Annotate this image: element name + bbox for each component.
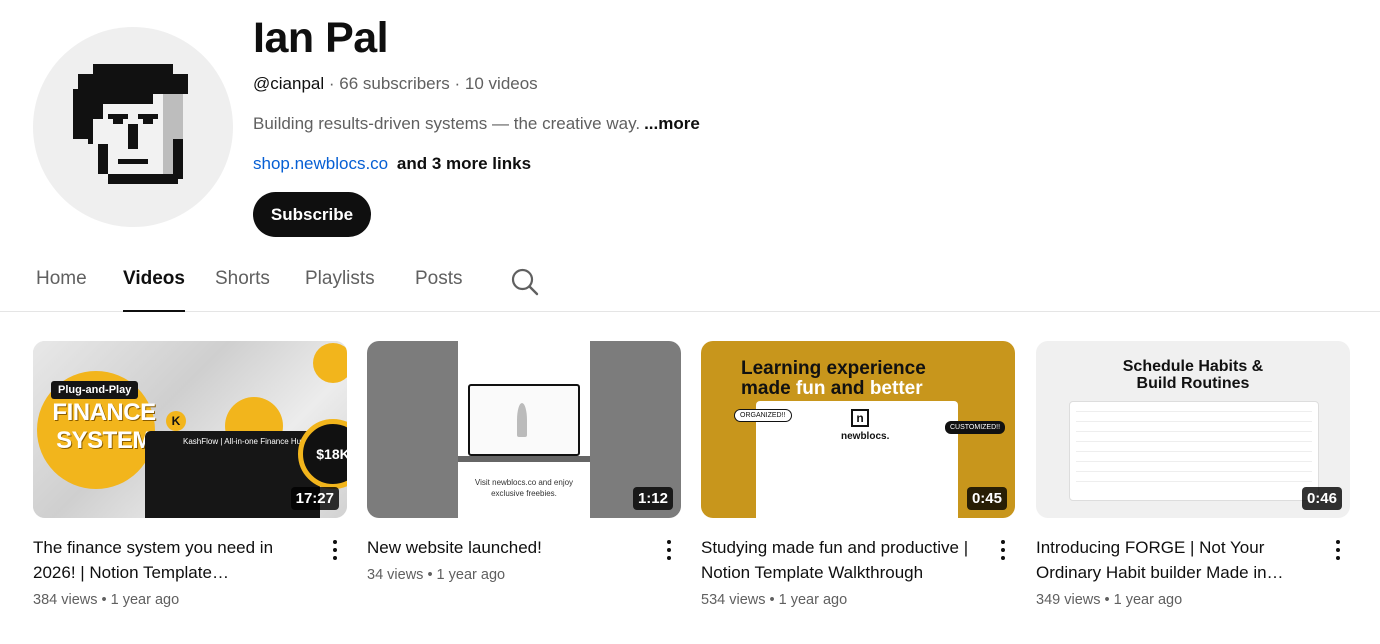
tab-home[interactable]: Home: [36, 268, 87, 312]
tab-shorts[interactable]: Shorts: [215, 268, 270, 312]
thumb-caption: Visit newblocs.co and enjoy exclusive fr…: [474, 478, 574, 498]
video-title[interactable]: The finance system you need in 2026! | N…: [33, 535, 313, 585]
more-links-link[interactable]: and 3 more links: [397, 154, 531, 173]
thumb-brand: newblocs.: [841, 431, 890, 442]
video-meta: 384 views • 1 year ago: [33, 592, 180, 608]
video-meta: 349 views • 1 year ago: [1036, 592, 1183, 608]
headline-line-1: Schedule Habits &: [1122, 358, 1264, 375]
channel-stats: · 66 subscribers · 10 videos: [324, 74, 538, 93]
description-more-link[interactable]: ...more: [644, 114, 700, 133]
panel-title: KashFlow | All-in-one Finance Hub: [183, 437, 306, 446]
thumb-headline: Schedule Habits & Build Routines: [1036, 358, 1350, 392]
newblocs-logo: n: [851, 409, 869, 427]
video-duration: 17:27: [290, 487, 339, 510]
rocket-icon: [517, 403, 527, 437]
channel-avatar[interactable]: [33, 27, 233, 227]
video-duration: 1:12: [632, 487, 673, 510]
more-vert-icon[interactable]: [1328, 538, 1348, 562]
tab-videos[interactable]: Videos: [123, 268, 185, 312]
video-duration: 0:45: [966, 487, 1007, 510]
channel-primary-link[interactable]: shop.newblocs.co: [253, 154, 388, 173]
tab-posts[interactable]: Posts: [415, 268, 463, 312]
video-meta: 34 views • 1 year ago: [367, 567, 506, 583]
channel-tabs: Home Videos Shorts Playlists Posts: [0, 258, 1380, 312]
thumb-tag: ORGANIZED!!: [734, 409, 792, 422]
video-title[interactable]: Introducing FORGE | Not Your Ordinary Ha…: [1036, 535, 1316, 585]
video-title[interactable]: Studying made fun and productive | Notio…: [701, 535, 981, 585]
video-card[interactable]: Learning experience made fun and better …: [701, 341, 1015, 608]
video-thumbnail[interactable]: Plug-and-Play FINANCE SYSTEM KashFlow | …: [33, 341, 347, 518]
video-title[interactable]: New website launched!: [367, 535, 647, 560]
headline-highlight: fun: [795, 378, 826, 399]
video-card[interactable]: Schedule Habits & Build Routines 0:46 In…: [1036, 341, 1350, 608]
more-vert-icon[interactable]: [993, 538, 1013, 562]
search-icon[interactable]: [510, 267, 540, 297]
video-thumbnail[interactable]: Visit newblocs.co and enjoy exclusive fr…: [367, 341, 681, 518]
video-card[interactable]: Plug-and-Play FINANCE SYSTEM KashFlow | …: [33, 341, 347, 608]
video-thumbnail[interactable]: Learning experience made fun and better …: [701, 341, 1015, 518]
headline-line-1: Learning experience: [741, 358, 926, 379]
more-vert-icon[interactable]: [325, 538, 345, 562]
laptop-base: [458, 456, 590, 462]
video-thumbnail[interactable]: Schedule Habits & Build Routines 0:46: [1036, 341, 1350, 518]
video-meta: 534 views • 1 year ago: [701, 592, 848, 608]
pixel-face-icon: [73, 64, 188, 184]
subscribe-button[interactable]: Subscribe: [253, 192, 371, 237]
habit-table: [1069, 401, 1319, 501]
headline-line-2: Build Routines: [1136, 375, 1250, 392]
headline-highlight: better: [869, 378, 923, 399]
channel-name: Ian Pal: [253, 14, 389, 62]
kashflow-logo: K: [166, 411, 186, 431]
thumb-tag: CUSTOMIZED!!: [945, 421, 1006, 434]
description-text: Building results-driven systems — the cr…: [253, 114, 641, 133]
headline-part: and: [825, 378, 870, 399]
tab-playlists[interactable]: Playlists: [305, 268, 375, 312]
channel-description[interactable]: Building results-driven systems — the cr…: [253, 114, 700, 134]
thumb-title: FINANCE SYSTEM: [52, 399, 156, 454]
channel-links[interactable]: shop.newblocs.co and 3 more links: [253, 154, 531, 174]
thumb-headline: Learning experience made fun and better: [741, 359, 1001, 399]
headline-part: made: [741, 378, 796, 399]
channel-meta: @cianpal · 66 subscribers · 10 videos: [253, 74, 538, 94]
channel-handle: @cianpal: [253, 74, 325, 93]
sun-shape: [313, 343, 347, 383]
more-vert-icon[interactable]: [659, 538, 679, 562]
video-card[interactable]: Visit newblocs.co and enjoy exclusive fr…: [367, 341, 681, 583]
thumb-label: Plug-and-Play: [51, 381, 139, 399]
video-duration: 0:46: [1301, 487, 1342, 510]
